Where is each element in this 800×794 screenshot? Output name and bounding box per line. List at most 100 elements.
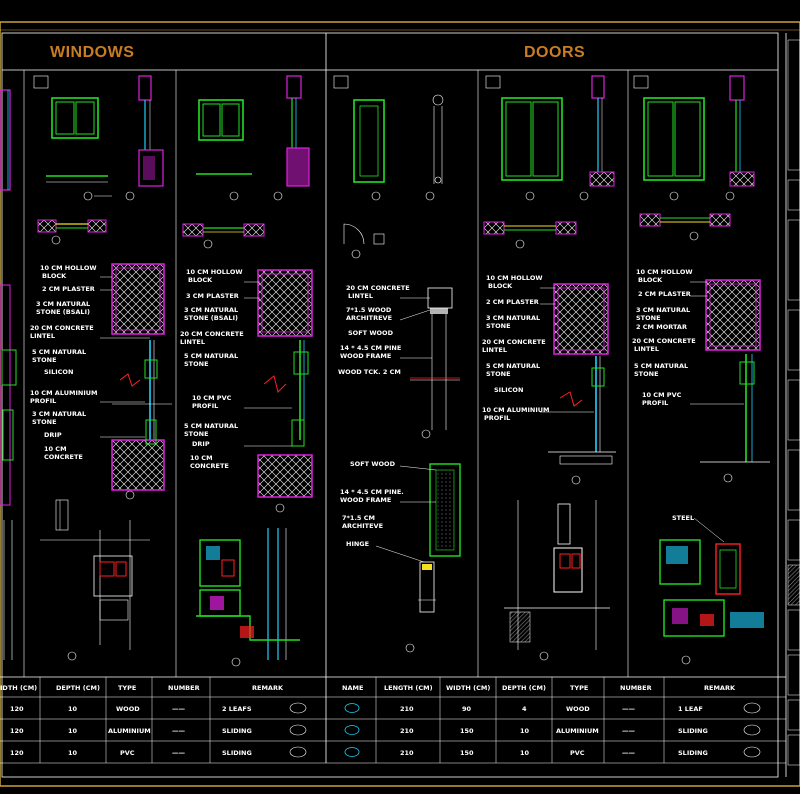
note: STONE [634, 370, 659, 378]
note: HINGE [346, 540, 369, 548]
note: STONE [486, 322, 511, 330]
table-cell: 1 LEAF [678, 705, 703, 713]
table-header: REMARK [252, 684, 284, 692]
table-header: REMARK [704, 684, 736, 692]
note: SOFT WOOD [350, 460, 396, 468]
note: 10 CM PVC [192, 394, 232, 402]
note: STONE (BSALI) [36, 308, 90, 316]
door-wood-elevation [333, 75, 385, 201]
table-cell: —— [622, 705, 636, 713]
note: SOFT WOOD [348, 329, 394, 337]
note: 7*1.5 CM [342, 514, 375, 522]
windows-title: WINDOWS [50, 44, 134, 61]
table-cell: 210 [400, 727, 414, 735]
note: 3 CM NATURAL [184, 306, 238, 314]
table-header: NUMBER [168, 684, 200, 692]
note: 20 CM CONCRETE [632, 337, 696, 345]
window-wood-elevation [33, 75, 112, 201]
note: PROFIL [30, 397, 56, 405]
note: 10 CM HOLLOW [486, 274, 543, 282]
note: WOOD FRAME [340, 352, 391, 360]
note: 3 CM NATURAL [636, 306, 690, 314]
window-wood-plan [37, 219, 107, 245]
window-pvc-elevation [196, 99, 252, 201]
door-pvc-profile-detail [659, 539, 764, 665]
doors-col1-notes: 20 CM CONCRETE LINTEL 7*1.5 WOOD ARCHITR… [338, 284, 437, 563]
table-cell: WOOD [116, 705, 140, 713]
window-pvc-profile-detail [196, 528, 300, 667]
note: 10 CM ALUMINIUM [482, 406, 550, 414]
note: 3 CM NATURAL [36, 300, 90, 308]
schedule-table: IDTH (CM) DEPTH (CM) TYPE NUMBER REMARK … [0, 676, 786, 764]
note: 10 CM ALUMINIUM [30, 389, 98, 397]
door-wood-plan [343, 223, 385, 259]
note: 14 * 4.5 CM PINE. [340, 488, 404, 496]
note: DRIP [44, 431, 62, 439]
table-cell: 210 [400, 705, 414, 713]
note: 5 CM NATURAL [184, 352, 238, 360]
note: ARCHITREVE [346, 314, 392, 322]
table-cell: ALUMINIUM [108, 727, 151, 735]
door-wood-head-detail [410, 287, 460, 439]
table-header: TYPE [118, 684, 136, 692]
window-aluminium-profile-detail [40, 499, 150, 661]
note: STONE [636, 314, 661, 322]
table-cell: —— [172, 705, 186, 713]
door-pvc-plan [639, 213, 731, 241]
table-header: LENGTH (CM) [384, 684, 433, 692]
window-wood-section [125, 75, 164, 201]
table-header: NAME [342, 684, 363, 692]
note: LINTEL [634, 345, 659, 353]
table-cell: 210 [400, 749, 414, 757]
table-cell: —— [622, 749, 636, 757]
table-header: DEPTH (CM) [56, 684, 100, 692]
table-row: 120 10 WOOD —— 2 LEAFS [10, 702, 307, 714]
door-wood-section [425, 94, 444, 201]
table-header: NUMBER [620, 684, 652, 692]
note: LINTEL [482, 346, 507, 354]
cad-sheet: WINDOWS DOORS 10 CM HOLLOW BLOCK 2 CM PL… [0, 21, 800, 787]
table-cell: 150 [460, 749, 474, 757]
note: 10 CM HOLLOW [186, 268, 243, 276]
note: 3 CM NATURAL [32, 410, 86, 418]
table-cell: 10 [68, 749, 78, 757]
note: 10 CM HOLLOW [40, 264, 97, 272]
window-aluminium-section [111, 263, 172, 500]
table-cell: 150 [460, 727, 474, 735]
door-aluminium-profile-detail [504, 500, 610, 661]
note: PROFIL [484, 414, 510, 422]
table-cell: 10 [68, 705, 78, 713]
note: 2 CM PLASTER [638, 290, 691, 298]
note: STEEL [672, 514, 694, 522]
table-cell: 120 [10, 705, 24, 713]
note: STONE (BSALI) [184, 314, 238, 322]
note: 3 CM PLASTER [186, 292, 239, 300]
table-cell: WOOD [566, 705, 590, 713]
note: BLOCK [488, 282, 513, 290]
table-header: IDTH (CM) [0, 684, 37, 692]
title-block [787, 39, 800, 766]
table-header: TYPE [570, 684, 588, 692]
door-aluminium-section [579, 75, 615, 201]
note: LINTEL [348, 292, 373, 300]
door-aluminium-elevation [485, 75, 563, 201]
table-row: 210 90 4 WOOD —— 1 LEAF [344, 702, 761, 714]
doors-title: DOORS [524, 44, 585, 61]
note: 5 CM NATURAL [486, 362, 540, 370]
door-wood-jamb-detail [405, 463, 461, 653]
note: BLOCK [638, 276, 663, 284]
note: 5 CM NATURAL [634, 362, 688, 370]
note: STONE [32, 356, 57, 364]
note: 10 CM PVC [642, 391, 682, 399]
window-pvc-wall-section [257, 269, 313, 513]
note: 2 CM PLASTER [42, 285, 95, 293]
note: 5 CM NATURAL [184, 422, 238, 430]
table-cell: —— [622, 727, 636, 735]
note: 2 CM PLASTER [486, 298, 539, 306]
table-cell: 2 LEAFS [222, 705, 252, 713]
note: 20 CM CONCRETE [180, 330, 244, 338]
note: 14 * 4.5 CM PINE [340, 344, 401, 352]
note: PROFIL [642, 399, 668, 407]
note: 3 CM NATURAL [486, 314, 540, 322]
door-aluminium-wall-section [548, 283, 616, 485]
